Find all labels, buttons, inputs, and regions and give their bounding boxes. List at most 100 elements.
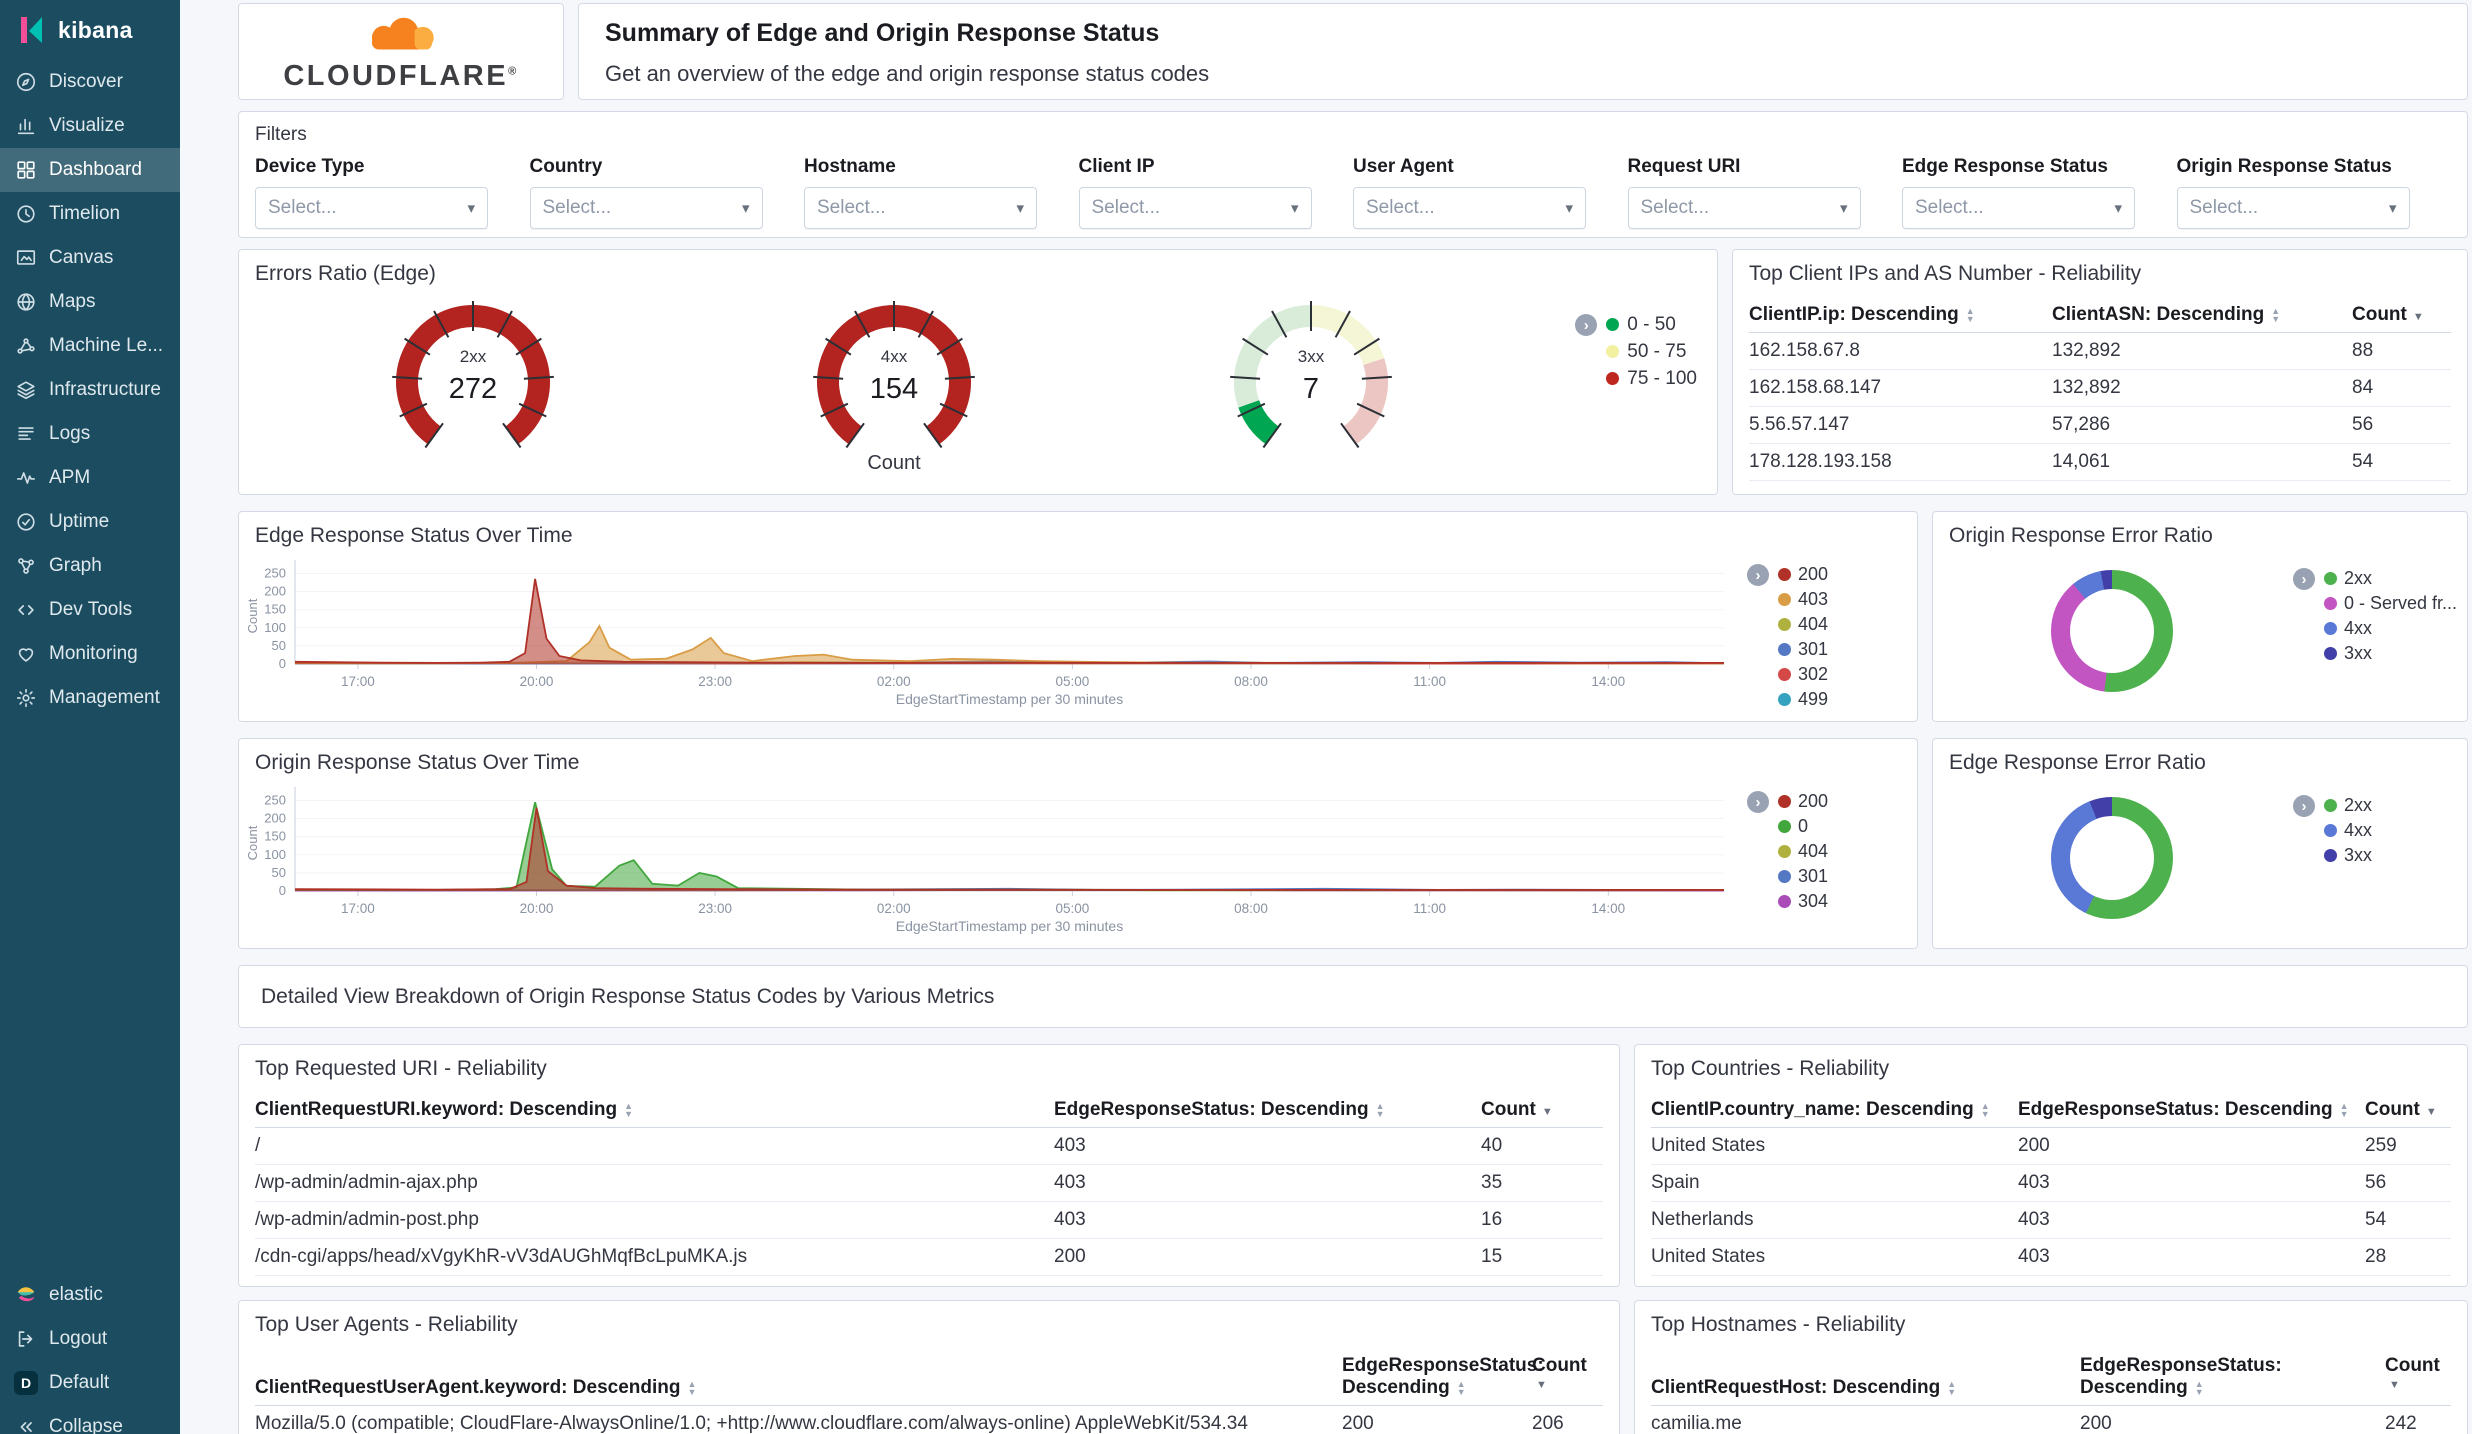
svg-text:150: 150	[264, 602, 286, 617]
sidebar-item-label: Discover	[49, 71, 123, 92]
legend-item[interactable]: 50 - 75	[1606, 341, 1697, 362]
column-header[interactable]: EdgeResponseStatus: Descending ▲ ▼	[1342, 1349, 1544, 1406]
sidebar-item-management[interactable]: Management	[0, 676, 180, 720]
sidebar-item-infrastructure[interactable]: Infrastructure	[0, 368, 180, 412]
sidebar-item-space-default[interactable]: D Default	[0, 1361, 180, 1405]
svg-text:0: 0	[279, 883, 286, 898]
request-uri-select[interactable]: Select... ▾	[1627, 187, 1861, 229]
sidebar-item-label: Logs	[49, 423, 91, 444]
legend-item[interactable]: 3xx	[2324, 643, 2457, 663]
column-header[interactable]: Count ▼	[2365, 1093, 2451, 1128]
sidebar-item-maps[interactable]: Maps	[0, 280, 180, 324]
table-row: /403 40	[255, 1127, 1603, 1165]
column-header[interactable]: Count ▼	[2352, 298, 2451, 333]
sidebar-item-canvas[interactable]: Canvas	[0, 236, 180, 280]
sidebar-item-logout[interactable]: Logout	[0, 1317, 180, 1361]
sidebar-item-dev-tools[interactable]: Dev Tools	[0, 588, 180, 632]
legend-item[interactable]: 0 - Served fr...	[2324, 593, 2457, 613]
sidebar-item-visualize[interactable]: Visualize	[0, 104, 180, 148]
legend-toggle-icon[interactable]: ›	[2293, 568, 2315, 590]
column-header[interactable]: ClientIP.country_name: Descending ▲ ▼	[1651, 1093, 2018, 1128]
sidebar-item-discover[interactable]: Discover	[0, 60, 180, 104]
hostname-select[interactable]: Select... ▾	[804, 187, 1037, 229]
column-header[interactable]: ClientIP.ip: Descending ▲ ▼	[1749, 298, 2052, 333]
column-header[interactable]: Count ▼	[1532, 1349, 1603, 1406]
origin-response-status-select[interactable]: Select... ▾	[2176, 187, 2410, 229]
column-header[interactable]: EdgeResponseStatus: Descending ▲ ▼	[2018, 1093, 2365, 1128]
sidebar-item-uptime[interactable]: Uptime	[0, 500, 180, 544]
column-header[interactable]: EdgeResponseStatus: Descending ▲ ▼	[2080, 1349, 2385, 1406]
sidebar-item-timelion[interactable]: Timelion	[0, 192, 180, 236]
panel-origin-error-ratio: Origin Response Error Ratio › 2xx 0 - Se…	[1932, 511, 2468, 722]
kibana-brand[interactable]: kibana	[0, 0, 180, 60]
legend-item[interactable]: 302	[1778, 664, 1828, 684]
select-placeholder: Select...	[2189, 197, 2259, 218]
svg-text:250: 250	[264, 565, 286, 580]
panel-title: Top User Agents - Reliability	[255, 1313, 518, 1336]
column-header[interactable]: Count ▼	[1481, 1093, 1603, 1128]
column-header[interactable]: EdgeResponseStatus: Descending ▲ ▼	[1054, 1093, 1481, 1128]
user-agent-select[interactable]: Select... ▾	[1353, 187, 1586, 229]
svg-text:11:00: 11:00	[1413, 674, 1446, 689]
origin-donut-legend: › 2xx 0 - Served fr... 4xx 3xx	[2293, 568, 2457, 663]
sort-desc-icon: ▼	[1541, 1106, 1553, 1118]
select-placeholder: Select...	[1915, 197, 1984, 218]
device-type-select[interactable]: Select... ▾	[255, 187, 488, 229]
sidebar-item-collapse[interactable]: Collapse	[0, 1405, 180, 1434]
legend-toggle-icon[interactable]: ›	[1575, 314, 1598, 336]
table-row: 162.158.68.147 132,892 84	[1749, 369, 2451, 407]
legend-item[interactable]: 301	[1778, 866, 1828, 886]
logout-icon	[14, 1327, 38, 1351]
sidebar-item-label: Management	[49, 687, 160, 708]
column-header[interactable]: ClientRequestHost: Descending ▲ ▼	[1651, 1349, 2080, 1406]
legend-item[interactable]: 0 - 50	[1606, 314, 1697, 335]
column-header[interactable]: ClientASN: Descending ▲ ▼	[2052, 298, 2352, 333]
column-header[interactable]: ClientRequestURI.keyword: Descending ▲ ▼	[255, 1093, 1054, 1128]
legend-item[interactable]: 200	[1778, 791, 1828, 811]
legend-item[interactable]: 0	[1778, 816, 1828, 836]
legend-item[interactable]: 404	[1778, 841, 1828, 861]
sidebar-item-logs[interactable]: Logs	[0, 412, 180, 456]
column-header[interactable]: Count ▼	[2385, 1349, 2451, 1406]
legend-item[interactable]: 3xx	[2324, 845, 2372, 865]
management-icon	[14, 686, 38, 710]
chevron-down-icon: ▾	[467, 200, 475, 217]
edge-response-status-select[interactable]: Select... ▾	[1902, 187, 2135, 229]
legend-item[interactable]: 4xx	[2324, 618, 2457, 638]
client-ip-select[interactable]: Select... ▾	[1078, 187, 1312, 229]
monitoring-icon	[14, 642, 38, 666]
kibana-logo-icon	[14, 13, 48, 47]
legend-item[interactable]: 4xx	[2324, 820, 2372, 840]
sidebar-item-dashboard[interactable]: Dashboard	[0, 148, 180, 192]
chevron-down-icon: ▾	[741, 200, 750, 217]
sidebar-item-graph[interactable]: Graph	[0, 544, 180, 588]
legend-toggle-icon[interactable]: ›	[1747, 791, 1769, 813]
legend-item[interactable]: 75 - 100	[1606, 368, 1697, 389]
sidebar-item-apm[interactable]: APM	[0, 456, 180, 500]
legend-item[interactable]: 403	[1778, 589, 1828, 609]
gauge-3xx: 3xx 7	[1221, 286, 1401, 476]
legend-item[interactable]: 404	[1778, 614, 1828, 634]
sort-icon: ▲ ▼	[624, 1100, 634, 1119]
sidebar-item-machine-learning[interactable]: Machine Le...	[0, 324, 180, 368]
gauge-4xx: 4xx 154	[804, 286, 984, 476]
sidebar-item-monitoring[interactable]: Monitoring	[0, 632, 180, 676]
country-select[interactable]: Select... ▾	[529, 187, 763, 229]
legend-item[interactable]: 2xx	[2324, 568, 2457, 588]
legend-item[interactable]: 304	[1778, 891, 1828, 911]
legend-toggle-icon[interactable]: ›	[2293, 795, 2315, 817]
page-subtitle: Get an overview of the edge and origin r…	[605, 61, 1210, 86]
visualize-icon	[14, 114, 38, 138]
sidebar-item-label: APM	[49, 467, 91, 488]
legend-item[interactable]: 200	[1778, 564, 1828, 584]
legend-item[interactable]: 301	[1778, 639, 1828, 659]
column-header[interactable]: ClientRequestUserAgent.keyword: Descendi…	[255, 1349, 1342, 1406]
sidebar-item-elastic[interactable]: elastic	[0, 1273, 180, 1317]
legend-item[interactable]: 499	[1778, 689, 1828, 709]
legend-toggle-icon[interactable]: ›	[1747, 564, 1769, 586]
space-default-icon: D	[14, 1371, 38, 1395]
svg-text:23:00: 23:00	[698, 674, 732, 689]
chevron-down-icon: ▾	[1839, 200, 1848, 217]
sort-desc-icon: ▼	[2389, 1379, 2400, 1391]
legend-item[interactable]: 2xx	[2324, 795, 2372, 815]
